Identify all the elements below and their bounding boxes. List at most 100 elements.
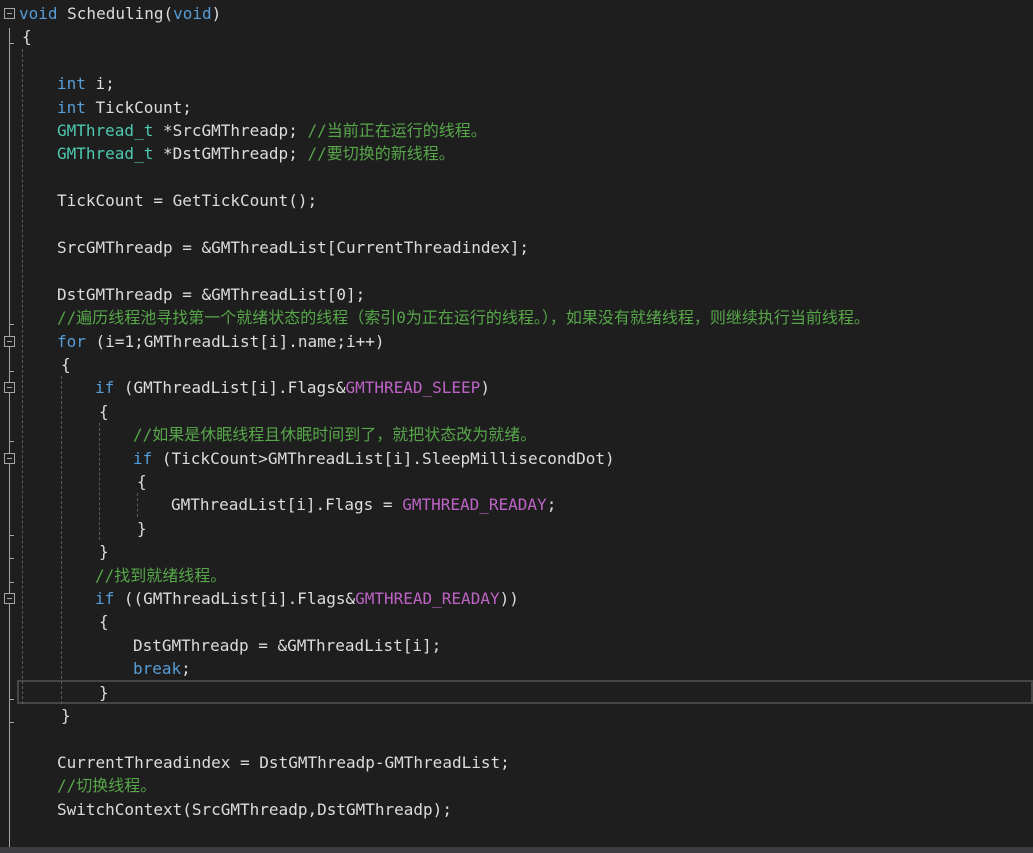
code-editor[interactable]: void Scheduling(void){int i; int TickCoun…	[0, 0, 1033, 853]
code-line[interactable]	[0, 166, 1033, 189]
code-line[interactable]: TickCount = GetTickCount();	[0, 189, 1033, 212]
code-token: (GMThreadList[i].Flags&	[114, 378, 346, 398]
code-line[interactable]: if ((GMThreadList[i].Flags&GMTHREAD_READ…	[0, 587, 1033, 610]
code-line[interactable]: {	[0, 25, 1033, 48]
code-token: {	[99, 612, 109, 632]
code-line[interactable]: }	[0, 517, 1033, 540]
code-line-text: }	[99, 540, 109, 563]
code-token: void	[173, 4, 212, 23]
code-line[interactable]	[0, 49, 1033, 72]
code-line[interactable]: {	[0, 610, 1033, 633]
code-token: (TickCount>GMThreadList[i].SleepMillisec…	[152, 448, 615, 468]
code-token: void	[19, 4, 58, 23]
code-line[interactable]: GMThreadList[i].Flags = GMTHREAD_READAY;	[0, 493, 1033, 516]
code-line-text: //找到就绪线程。	[95, 564, 226, 587]
code-line-text: TickCount = GetTickCount();	[57, 189, 317, 212]
code-token: GMThreadList[i].Flags&	[143, 589, 356, 608]
code-token: {	[22, 27, 32, 47]
code-line[interactable]: void Scheduling(void)	[0, 2, 1033, 25]
code-line[interactable]: GMThread_t *SrcGMThreadp; //当前正在运行的线程。	[0, 119, 1033, 142]
code-token: TickCount;	[85, 97, 192, 117]
code-token: {	[137, 472, 147, 491]
code-line-text: int TickCount;	[57, 96, 192, 119]
code-line[interactable]	[0, 727, 1033, 750]
code-line[interactable]: for (i=1;GMThreadList[i].name;i++)	[0, 330, 1033, 353]
code-line[interactable]: int i;	[0, 72, 1033, 95]
code-token: GMTHREAD_SLEEP	[345, 378, 481, 398]
code-line-text: if (GMThreadList[i].Flags&GMTHREAD_SLEEP…	[95, 376, 490, 399]
code-line-text: //遍历线程池寻找第一个就绪状态的线程（索引0为正在运行的线程。），如果没有就绪…	[57, 306, 870, 329]
code-line[interactable]: if (GMThreadList[i].Flags&GMTHREAD_SLEEP…	[0, 376, 1033, 399]
code-token: GMTHREAD_READAY	[402, 495, 547, 515]
code-line-text: if (TickCount>GMThreadList[i].SleepMilli…	[133, 447, 615, 470]
code-line-text: void Scheduling(void)	[19, 2, 221, 25]
code-line[interactable]: if (TickCount>GMThreadList[i].SleepMilli…	[0, 447, 1033, 470]
code-line[interactable]: SrcGMThreadp = &GMThreadList[CurrentThre…	[0, 236, 1033, 259]
code-line[interactable]	[0, 821, 1033, 844]
code-line-text: }	[137, 517, 147, 540]
code-token: TickCount = GetTickCount();	[57, 191, 318, 211]
code-line[interactable]: }	[0, 704, 1033, 727]
code-line-text: DstGMThreadp = &GMThreadList[0];	[57, 283, 365, 306]
code-line[interactable]: }	[0, 681, 1033, 704]
code-token: ;	[546, 495, 557, 515]
code-token: if	[95, 589, 115, 608]
code-line[interactable]: //找到就绪线程。	[0, 564, 1033, 587]
code-line[interactable]: break;	[0, 657, 1033, 680]
code-token: i;	[85, 74, 115, 94]
code-token: //要切换的新线程。	[307, 144, 455, 164]
code-token: )	[480, 378, 490, 398]
code-token: {	[99, 401, 109, 421]
code-token: {	[61, 355, 71, 374]
code-line-text: GMThread_t *DstGMThreadp; //要切换的新线程。	[57, 142, 455, 165]
code-line[interactable]: //切换线程。	[0, 774, 1033, 797]
code-token: )	[211, 4, 222, 23]
code-line[interactable]: }	[0, 540, 1033, 563]
code-line-text: CurrentThreadindex = DstGMThreadp-GMThre…	[57, 751, 510, 774]
code-line-text: GMThread_t *SrcGMThreadp; //当前正在运行的线程。	[57, 119, 487, 142]
code-token: (i=1;GMThreadList[i].name;i++)	[85, 331, 385, 351]
code-line-text: SwitchContext(SrcGMThreadp,DstGMThreadp)…	[57, 798, 452, 821]
code-line[interactable]: {	[0, 400, 1033, 423]
code-line[interactable]: int TickCount;	[0, 96, 1033, 119]
code-line-text: break;	[133, 657, 191, 680]
code-line[interactable]: DstGMThreadp = &GMThreadList[0];	[0, 283, 1033, 306]
code-line-text: int i;	[57, 72, 115, 95]
code-token: ))	[499, 589, 519, 608]
code-line[interactable]: SwitchContext(SrcGMThreadp,DstGMThreadp)…	[0, 798, 1033, 821]
code-line-text: {	[99, 400, 109, 423]
code-line-text: {	[61, 353, 71, 376]
code-line[interactable]: CurrentThreadindex = DstGMThreadp-GMThre…	[0, 751, 1033, 774]
code-line-text: //切换线程。	[57, 774, 156, 797]
code-token: //切换线程。	[57, 776, 157, 796]
code-line-text: DstGMThreadp = &GMThreadList[i];	[133, 634, 441, 657]
code-token: SrcGMThreadp = &GMThreadList[CurrentThre…	[57, 238, 530, 257]
horizontal-scrollbar[interactable]	[0, 847, 1033, 853]
code-token: //如果是休眠线程且休眠时间到了，就把状态改为就绪。	[133, 425, 537, 445]
code-line-text: GMThreadList[i].Flags = GMTHREAD_READAY;	[171, 493, 556, 516]
code-token: int	[57, 74, 86, 94]
code-token: }	[137, 518, 147, 538]
code-line[interactable]: {	[0, 470, 1033, 493]
code-line[interactable]: {	[0, 353, 1033, 376]
code-token: ((	[114, 589, 144, 608]
code-line-text: {	[99, 610, 109, 633]
code-token: *SrcGMThreadp;	[153, 121, 308, 140]
code-line-text: }	[99, 681, 109, 704]
code-line-text: if ((GMThreadList[i].Flags&GMTHREAD_READ…	[95, 587, 519, 610]
code-token: CurrentThreadindex = DstGMThreadp-GMThre…	[57, 752, 510, 772]
code-line[interactable]	[0, 259, 1033, 282]
code-token: }	[99, 682, 109, 702]
code-line[interactable]: GMThread_t *DstGMThreadp; //要切换的新线程。	[0, 142, 1033, 165]
code-token: int	[57, 97, 86, 117]
code-token: }	[61, 706, 71, 725]
code-line-text: {	[22, 25, 32, 48]
code-line[interactable]: DstGMThreadp = &GMThreadList[i];	[0, 634, 1033, 657]
code-token: GMThread_t	[57, 121, 154, 140]
code-line[interactable]: //如果是休眠线程且休眠时间到了，就把状态改为就绪。	[0, 423, 1033, 446]
code-token: }	[99, 542, 109, 562]
code-token: DstGMThreadp = &GMThreadList[0];	[57, 284, 366, 304]
code-token: GMThread_t	[57, 144, 154, 164]
code-line[interactable]	[0, 213, 1033, 236]
code-line[interactable]: //遍历线程池寻找第一个就绪状态的线程（索引0为正在运行的线程。），如果没有就绪…	[0, 306, 1033, 329]
